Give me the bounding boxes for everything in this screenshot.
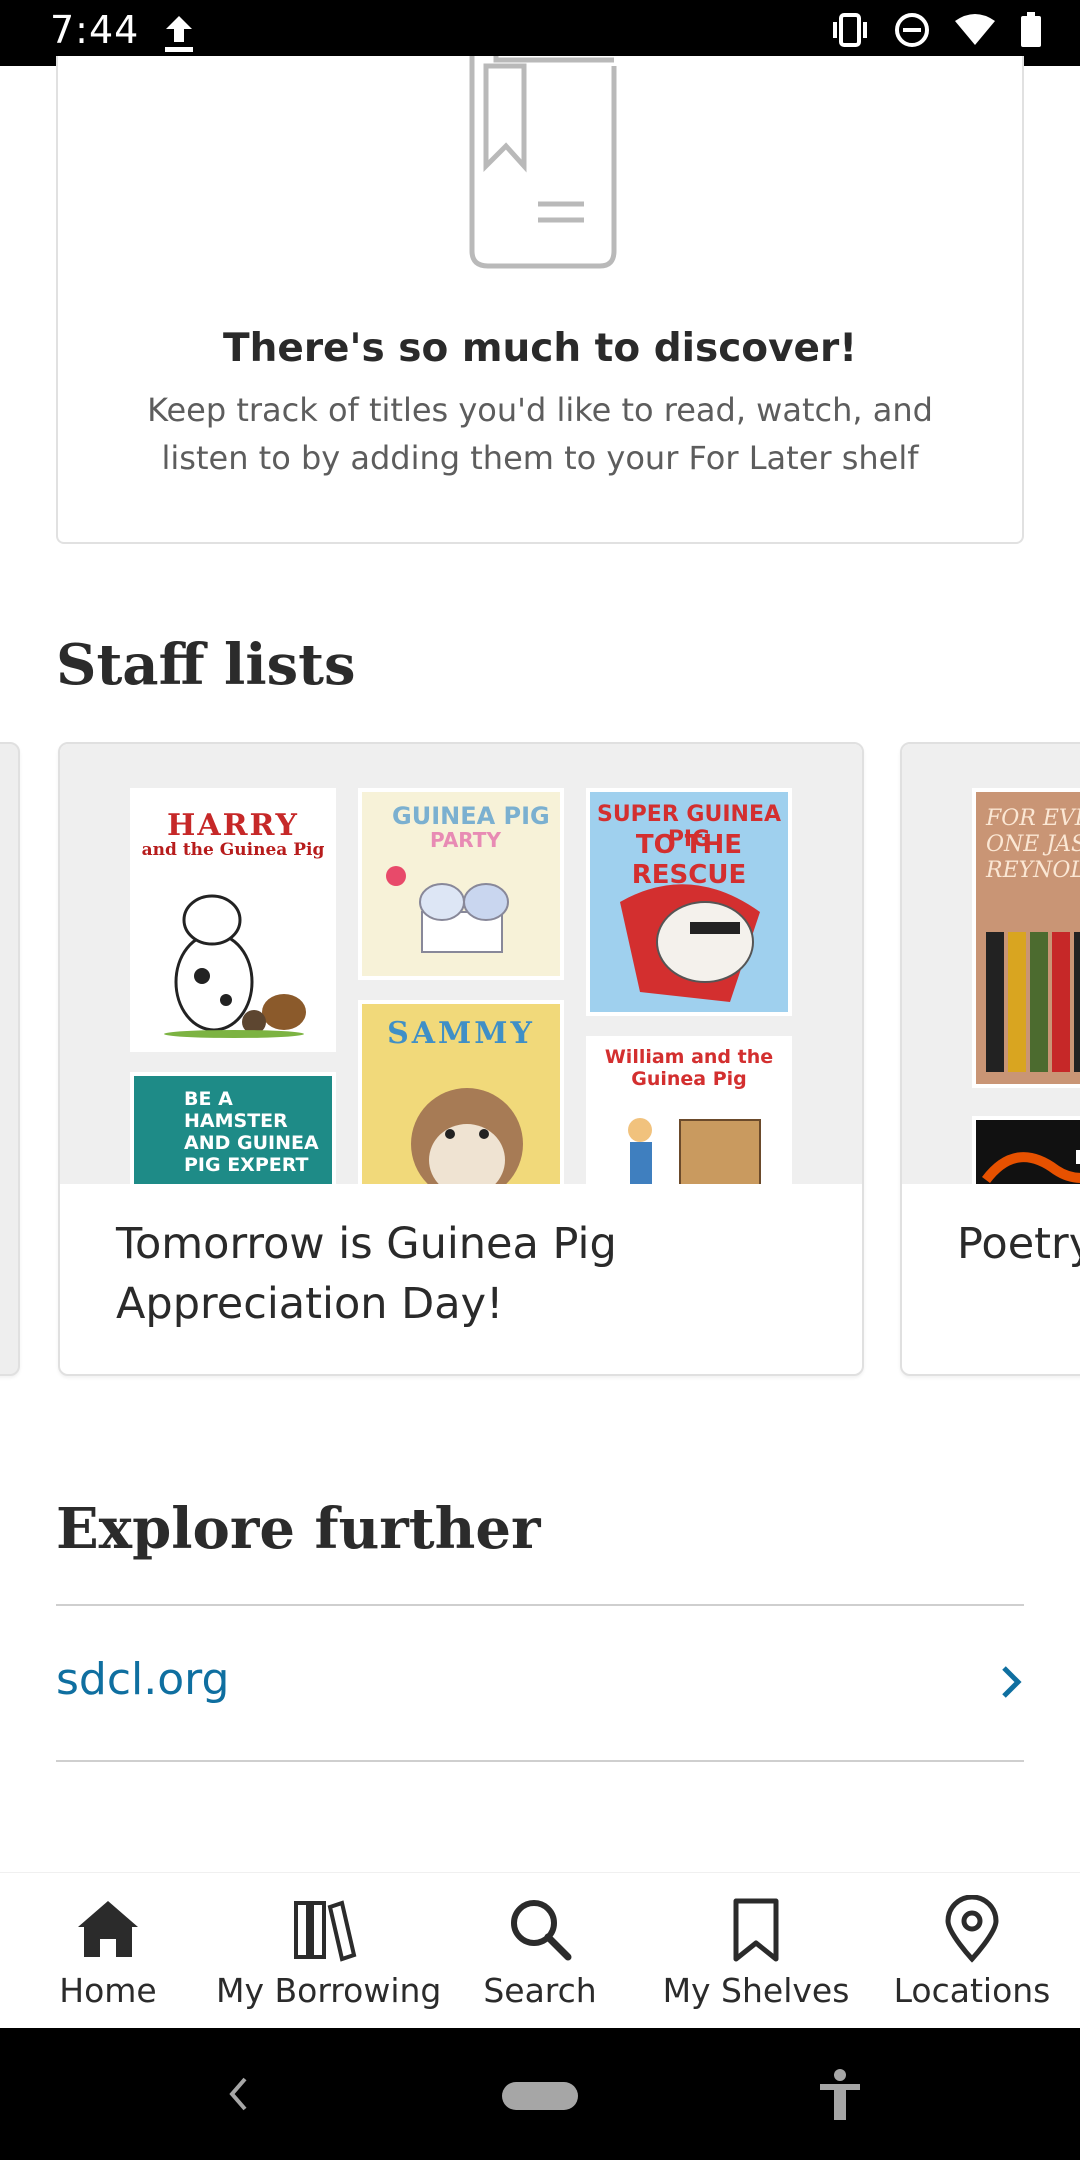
book-cover: BE A HAMSTER AND GUINEA PIG EXPERT [130,1072,336,1184]
upload-icon [165,16,193,52]
staff-list-card-previous[interactable] [0,742,20,1376]
staff-lists-carousel[interactable]: HARRY and the Guinea Pig GUINEA PIG PART… [0,742,1080,1382]
book-cover: SAMMY [358,1000,564,1184]
divider [56,1760,1024,1762]
bookmark-icon [733,1898,779,1962]
staff-lists-heading: Staff lists [56,632,356,698]
book-cover: SUPER GUINEA PIG TO THE RESCUE [586,788,792,1016]
sdcl-link-row[interactable]: sdcl.org [56,1604,1024,1764]
dog-illustration-icon [164,894,306,1038]
system-navigation-bar [0,2028,1080,2160]
nav-search-label: Search [483,1971,597,2010]
card-cover-collage: FOR EVERY ONE JASON REYNOLDS [902,744,1080,1184]
home-pill-button[interactable] [502,2082,578,2110]
guinea-pig-illustration-icon [411,1088,523,1184]
discover-title: There's so much to discover! [223,326,857,371]
stripes-graphic [986,932,1080,1072]
location-pin-icon [945,1895,999,1963]
nav-search[interactable]: Search [432,1873,648,2028]
abstract-graphic [982,1150,1080,1184]
nav-my-shelves-label: My Shelves [662,1971,850,2010]
back-icon[interactable] [228,2076,248,2112]
chevron-right-icon [1002,1666,1022,1698]
book-cover: William and the Guinea Pig [586,1036,792,1184]
nav-my-borrowing-label: My Borrowing [216,1971,442,2010]
nav-locations-label: Locations [893,1971,1051,2010]
staff-list-card-next[interactable]: FOR EVERY ONE JASON REYNOLDS Poetry [900,742,1080,1376]
party-illustration-icon [386,866,509,953]
nav-my-shelves[interactable]: My Shelves [648,1873,864,2028]
bottom-navigation: Home My Borrowing Search My Shelves Loca… [0,1872,1080,2028]
vibrate-icon [833,13,867,47]
book-cover: GUINEA PIG PARTY [358,788,564,980]
battery-icon [1021,12,1041,47]
do-not-disturb-icon [895,13,929,47]
book-cover: FOR EVERY ONE JASON REYNOLDS [972,788,1080,1088]
nav-my-borrowing[interactable]: My Borrowing [216,1873,442,2028]
status-time: 7:44 [50,8,140,52]
staff-list-title: Tomorrow is Guinea Pig Appreciation Day! [116,1219,617,1329]
nav-home-label: Home [59,1971,157,2010]
home-icon [78,1901,138,1957]
card-cover-collage: HARRY and the Guinea Pig GUINEA PIG PART… [60,744,862,1184]
superhero-pig-illustration-icon [620,884,760,1002]
book-illustration-icon [469,56,617,269]
explore-further-heading: Explore further [56,1496,541,1562]
staff-list-title: Poetry [957,1219,1080,1269]
workshop-illustration-icon [628,1118,761,1184]
nav-locations[interactable]: Locations [864,1873,1080,2028]
staff-list-card[interactable]: HARRY and the Guinea Pig GUINEA PIG PART… [58,742,864,1376]
for-later-empty-card: There's so much to discover! Keep track … [56,56,1024,544]
book-cover: HARRY and the Guinea Pig [130,788,336,1052]
accessibility-icon[interactable] [818,2068,862,2122]
wifi-icon [955,14,995,45]
sdcl-link[interactable]: sdcl.org [56,1654,229,1705]
search-icon [511,1900,572,1961]
nav-home[interactable]: Home [0,1873,216,2028]
book-cover [972,1116,1080,1184]
discover-description: Keep track of titles you'd like to read,… [147,391,933,477]
books-icon [294,1900,357,1962]
